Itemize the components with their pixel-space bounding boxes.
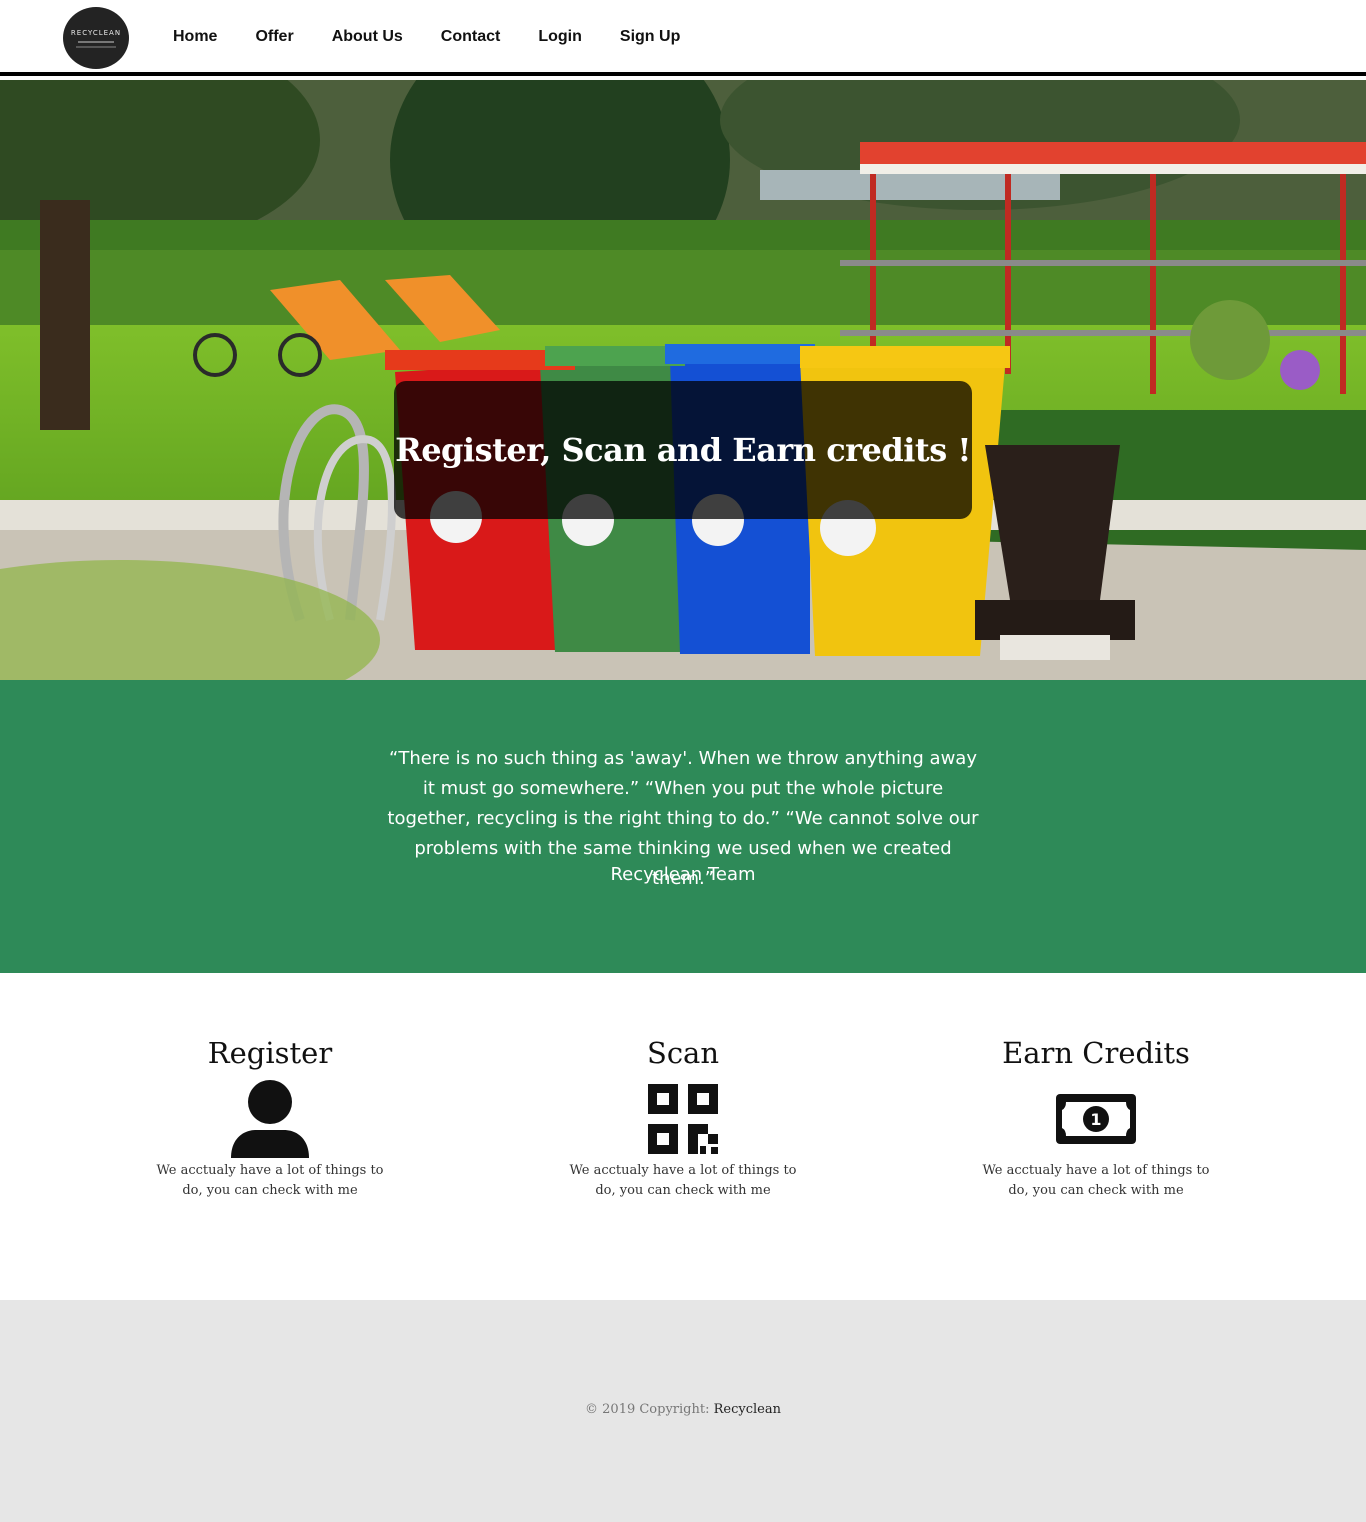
- footer: © 2019 Copyright: Recyclean: [0, 1300, 1366, 1522]
- nav-offer-link[interactable]: Offer: [255, 28, 293, 46]
- nav-login-link[interactable]: Login: [538, 28, 582, 46]
- copyright-text: © 2019 Copyright:: [585, 1402, 714, 1417]
- nav-about-link[interactable]: About Us: [332, 28, 403, 46]
- hero-banner: Register, Scan and Earn credits !: [394, 381, 972, 519]
- feature-description: We acctualy have a lot of things to do, …: [982, 1163, 1210, 1198]
- quote-section: “There is no such thing as 'away'. When …: [0, 680, 1366, 973]
- navbar: RECYCLEAN Home Offer About Us Contact Lo…: [0, 0, 1366, 76]
- logo-line: [76, 45, 116, 48]
- feature-title: Earn Credits: [1002, 1036, 1190, 1070]
- nav-home-link[interactable]: Home: [173, 28, 217, 46]
- hero-background-image: [0, 80, 1366, 680]
- footer-copyright: © 2019 Copyright: Recyclean: [0, 1402, 1366, 1417]
- quote-author: Recyclean Team: [610, 864, 756, 885]
- nav-links: Home Offer About Us Contact Login Sign U…: [173, 28, 718, 46]
- features-section: Register We acctualy have a lot of thing…: [0, 973, 1366, 1300]
- feature-register: Register We acctualy have a lot of thing…: [150, 1033, 390, 1201]
- feature-title: Scan: [646, 1036, 720, 1070]
- feature-scan: Scan We acctualy have a lot of things to…: [563, 1033, 803, 1201]
- logo[interactable]: RECYCLEAN: [63, 7, 129, 69]
- hero-title: Register, Scan and Earn credits !: [395, 431, 971, 469]
- feature-description: We acctualy have a lot of things to do, …: [569, 1163, 797, 1198]
- footer-brand-link[interactable]: Recyclean: [714, 1402, 781, 1417]
- feature-earn-credits: Earn Credits 1 We acctualy have a lot of…: [976, 1033, 1216, 1201]
- nav-contact-link[interactable]: Contact: [441, 28, 501, 46]
- qr-code-icon: [563, 1079, 803, 1159]
- feature-title: Register: [207, 1036, 333, 1070]
- feature-description: We acctualy have a lot of things to do, …: [156, 1163, 384, 1198]
- money-bill-icon: 1: [976, 1079, 1216, 1159]
- svg-text:1: 1: [1090, 1110, 1101, 1129]
- logo-text: RECYCLEAN: [70, 28, 122, 37]
- hero-section: Register, Scan and Earn credits !: [0, 80, 1366, 680]
- nav-signup-link[interactable]: Sign Up: [620, 28, 680, 46]
- user-icon: [150, 1079, 390, 1159]
- logo-line: [78, 40, 114, 43]
